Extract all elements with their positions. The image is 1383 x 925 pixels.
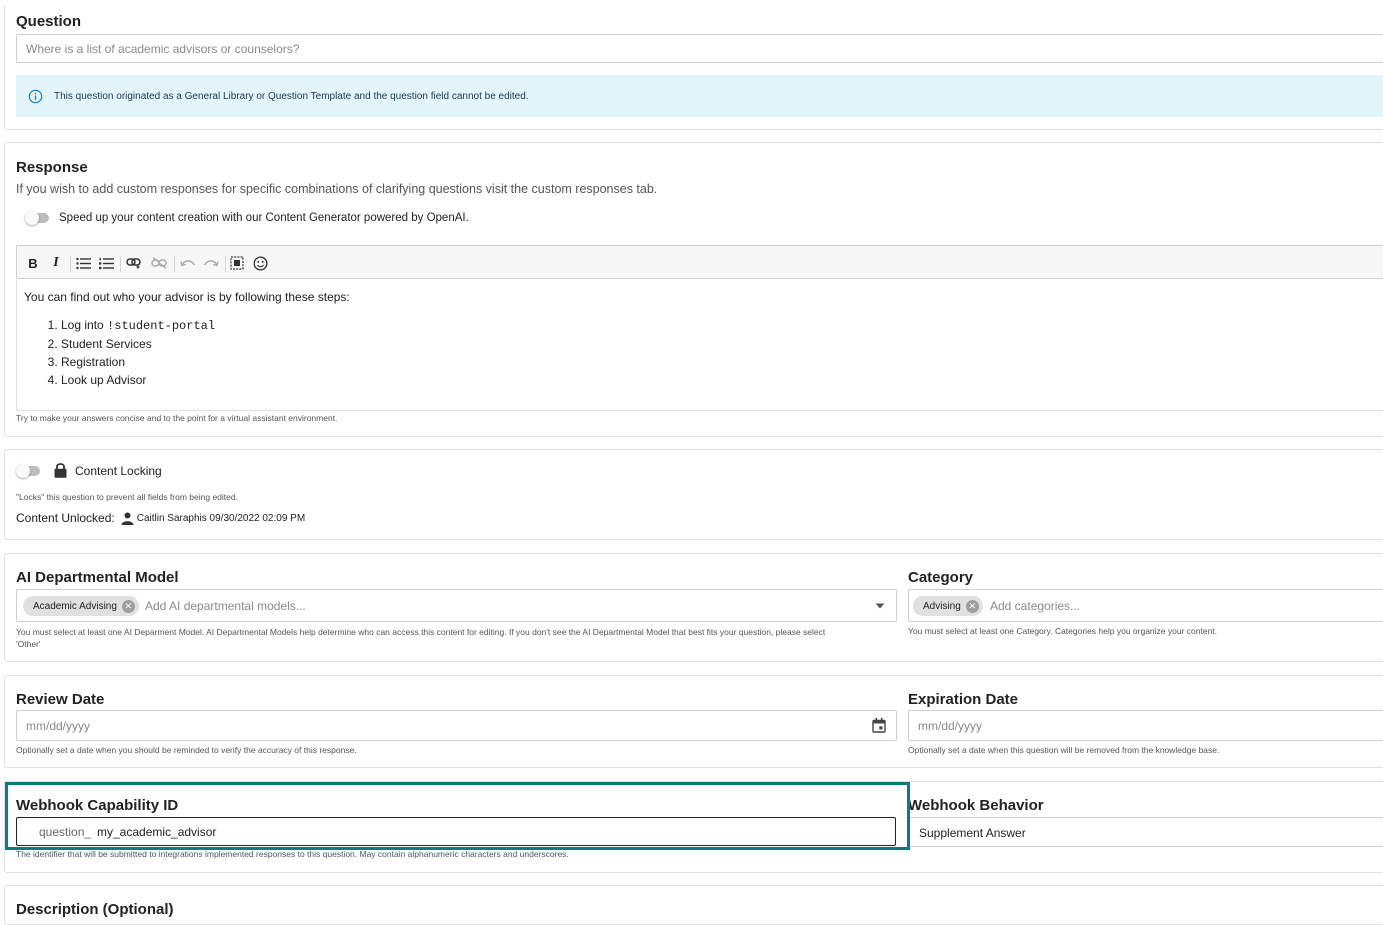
bullet-list-icon: [75, 257, 91, 269]
content-unlocked-label: Content Unlocked:: [16, 511, 115, 525]
step-item: Student Services: [61, 335, 1383, 353]
webhook-capability-heading: Webhook Capability ID: [16, 797, 179, 814]
review-date-input[interactable]: [16, 710, 897, 741]
category-chip[interactable]: Advising ✕: [913, 596, 983, 616]
italic-button[interactable]: I: [46, 249, 66, 277]
model-category-card: AI Departmental Model Academic Advising …: [4, 553, 1383, 662]
chevron-down-icon[interactable]: [875, 603, 885, 609]
webhook-behavior-value: Supplement Answer: [919, 826, 1026, 840]
calendar-icon[interactable]: [872, 718, 886, 733]
question-info-banner: This question originated as a General Li…: [16, 75, 1383, 117]
content-unlocked-status: Content Unlocked: Caitlin Saraphis 09/30…: [16, 511, 305, 525]
undo-button[interactable]: [177, 249, 199, 277]
remove-link-button[interactable]: [148, 249, 170, 277]
expiration-date-input[interactable]: [908, 710, 1383, 741]
expiration-date-heading: Expiration Date: [908, 691, 1019, 708]
editor-intro: You can find out who your advisor is by …: [24, 290, 350, 304]
question-input[interactable]: [16, 34, 1383, 63]
question-heading: Question: [16, 13, 82, 30]
toolbar-separator: [70, 256, 71, 272]
response-hint: Try to make your answers concise and to …: [16, 413, 338, 423]
webhook-capability-highlight: Webhook Capability ID question_ my_acade…: [5, 782, 910, 850]
bold-icon: B: [28, 255, 38, 271]
select-all-button[interactable]: [227, 249, 247, 277]
toolbar-separator: [174, 256, 175, 272]
emoji-icon: [252, 255, 268, 271]
ai-model-chip[interactable]: Academic Advising ✕: [23, 596, 139, 616]
webhook-capability-field[interactable]: question_ my_academic_advisor: [16, 817, 896, 846]
expiration-date-help: Optionally set a date when this question…: [908, 745, 1220, 755]
step-item: Look up Advisor: [61, 371, 1383, 389]
numbered-list-icon: [98, 257, 114, 269]
redo-button[interactable]: [200, 249, 222, 277]
step-item: Log into !student-portal: [61, 316, 1383, 335]
content-unlocked-user: Caitlin Saraphis 09/30/2022 02:09 PM: [136, 512, 306, 524]
review-date-help: Optionally set a date when you should be…: [16, 745, 357, 755]
webhook-capability-prefix: question_: [39, 825, 92, 839]
toolbar-separator: [120, 256, 121, 272]
response-subtitle: If you wish to add custom responses for …: [16, 182, 658, 196]
category-help: You must select at least one Category. C…: [908, 626, 1218, 636]
italic-icon: I: [53, 255, 59, 270]
ai-model-heading: AI Departmental Model: [16, 569, 179, 586]
description-heading: Description (Optional): [16, 901, 174, 918]
toggle-knob: [25, 211, 39, 225]
toggle-knob: [16, 464, 30, 478]
info-icon: [28, 89, 43, 103]
chip-label: Academic Advising: [33, 600, 117, 612]
step-code: !student-portal: [107, 319, 216, 333]
category-placeholder: Add categories...: [990, 599, 1081, 613]
step-item: Registration: [61, 353, 1383, 371]
ai-model-placeholder: Add AI departmental models...: [145, 599, 306, 613]
ai-model-help-line: 'Other': [16, 639, 41, 649]
webhook-behavior-select[interactable]: Supplement Answer: [908, 817, 1383, 847]
webhook-capability-value: my_academic_advisor: [97, 825, 217, 839]
toolbar-separator: [225, 256, 226, 272]
content-generator-label: Speed up your content creation with our …: [59, 212, 469, 224]
lock-icon: [54, 463, 67, 478]
question-info-text: This question originated as a General Li…: [54, 90, 529, 102]
content-locking-description: "Locks" this question to prevent all fie…: [16, 492, 238, 502]
response-card: Response If you wish to add custom respo…: [4, 142, 1383, 437]
remove-link-icon: [150, 257, 167, 269]
step-text: Log into: [61, 318, 108, 332]
ai-model-help-line: You must select at least one AI Deparmen…: [16, 627, 826, 637]
editor-toolbar: B I: [16, 245, 1383, 279]
select-all-icon: [230, 256, 244, 270]
redo-icon: [203, 260, 219, 267]
response-editor[interactable]: You can find out who your advisor is by …: [16, 278, 1383, 411]
chip-remove-icon[interactable]: ✕: [965, 599, 979, 613]
webhook-help: The identifier that will be submitted to…: [16, 849, 569, 859]
bullet-list-button[interactable]: [73, 249, 93, 277]
chip-label: Advising: [923, 600, 961, 612]
webhook-behavior-heading: Webhook Behavior: [908, 797, 1044, 814]
response-heading: Response: [16, 159, 88, 176]
description-card: Description (Optional): [4, 885, 1383, 925]
undo-icon: [180, 260, 196, 267]
content-locking-toggle[interactable]: [16, 464, 42, 478]
ai-model-help: You must select at least one AI Deparmen…: [16, 626, 825, 650]
content-locking-card: Content Locking "Locks" this question to…: [4, 449, 1383, 540]
bold-button[interactable]: B: [23, 249, 43, 277]
category-heading: Category: [908, 569, 974, 586]
user-icon: [121, 512, 134, 525]
emoji-button[interactable]: [250, 249, 270, 277]
review-date-heading: Review Date: [16, 691, 105, 708]
content-generator-toggle[interactable]: [25, 211, 51, 225]
question-card: Question This question originated as a G…: [4, 5, 1383, 130]
content-locking-label: Content Locking: [75, 464, 162, 478]
ai-model-select[interactable]: Academic Advising ✕ Add AI departmental …: [16, 589, 897, 622]
insert-link-button[interactable]: [123, 249, 145, 277]
numbered-list-button[interactable]: [96, 249, 116, 277]
insert-link-icon: [125, 258, 141, 269]
dates-card: Review Date Optionally set a date when y…: [4, 675, 1383, 768]
chip-remove-icon[interactable]: ✕: [121, 599, 135, 613]
category-select[interactable]: Advising ✕ Add categories...: [908, 589, 1383, 622]
